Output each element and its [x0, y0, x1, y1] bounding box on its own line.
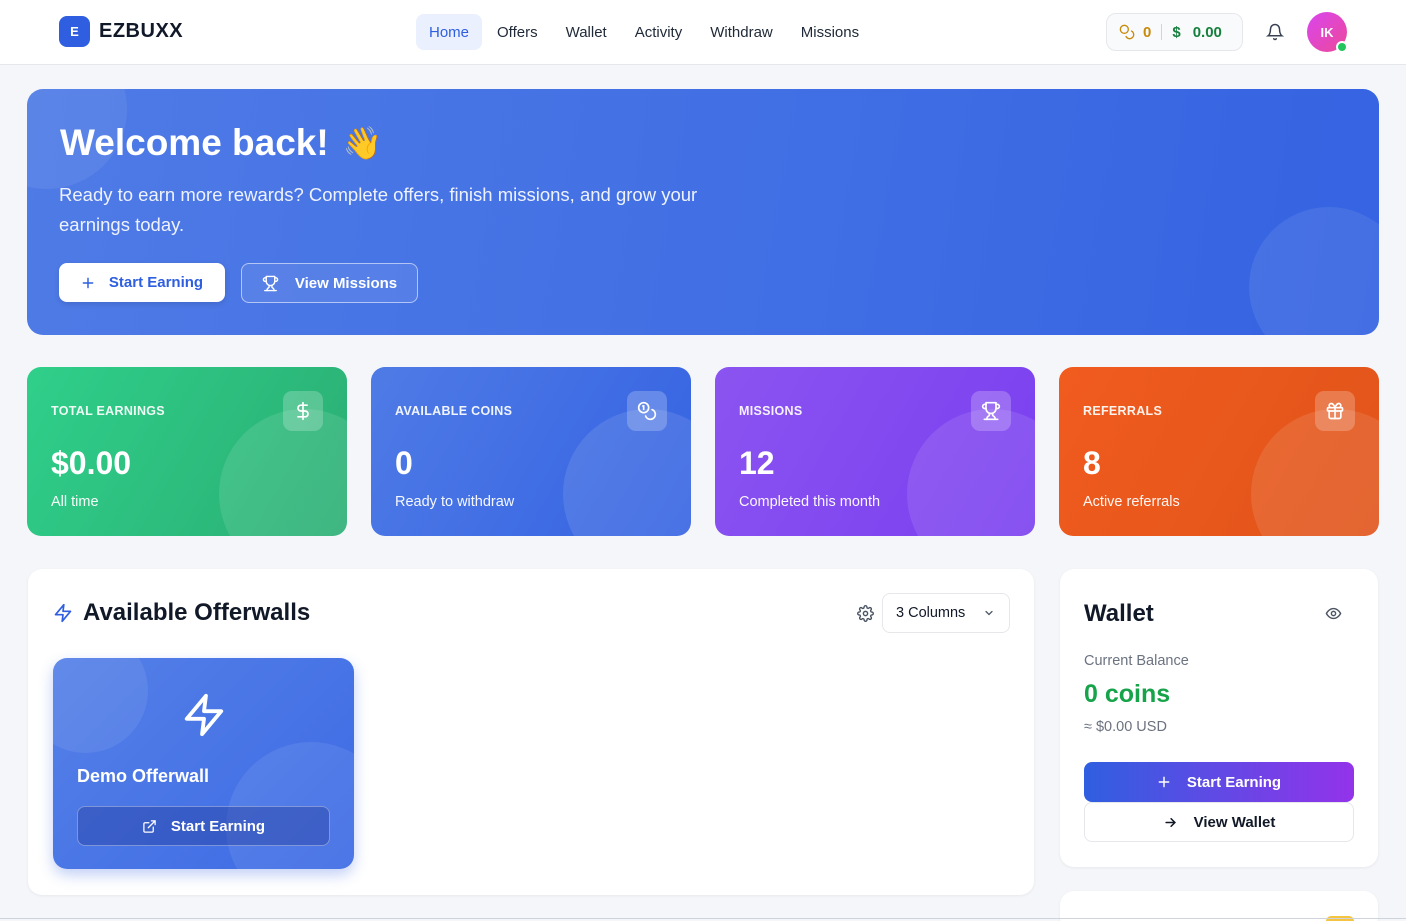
stat-card-available-coins: AVAILABLE COINS 0 Ready to withdraw	[371, 367, 691, 536]
hero-decoration	[1249, 207, 1379, 335]
offerwalls-panel: Available Offerwalls 3 Columns Demo Offe…	[28, 569, 1034, 895]
hero-title: Welcome back! 👋	[60, 122, 383, 164]
stat-label: MISSIONS	[739, 404, 803, 418]
page-bottom-edge	[0, 918, 1406, 919]
main-nav: Home Offers Wallet Activity Withdraw Mis…	[416, 14, 874, 50]
bell-icon[interactable]	[1266, 23, 1284, 41]
dollar-icon	[283, 391, 323, 431]
view-missions-label: View Missions	[294, 274, 398, 292]
gear-icon[interactable]	[857, 605, 874, 622]
wallet-usd: ≈ $0.00 USD	[1084, 719, 1167, 735]
arrow-right-icon	[1164, 817, 1176, 827]
stat-card-missions: MISSIONS 12 Completed this month	[715, 367, 1035, 536]
wallet-balance-label: Current Balance	[1084, 653, 1189, 669]
online-status-dot	[1336, 41, 1348, 53]
coin-balance-value: 0	[1143, 23, 1152, 41]
nav-offers[interactable]: Offers	[484, 14, 551, 50]
plus-icon	[82, 277, 94, 288]
card-decoration	[1251, 409, 1379, 536]
stat-value: 12	[739, 445, 775, 481]
columns-select-value: 3 Columns	[896, 605, 966, 621]
stat-card-total-earnings: TOTAL EARNINGS $0.00 All time	[27, 367, 347, 536]
start-earning-label: Start Earning	[108, 274, 204, 291]
lightning-icon	[184, 693, 224, 737]
welcome-hero: Welcome back! 👋 Ready to earn more rewar…	[27, 89, 1379, 335]
offerwall-start-button[interactable]: Start Earning	[77, 806, 330, 846]
offerwall-card[interactable]: Demo Offerwall Start Earning	[53, 658, 354, 869]
stat-label: REFERRALS	[1083, 404, 1163, 418]
start-earning-button[interactable]: Start Earning	[59, 263, 225, 302]
stat-card-referrals: REFERRALS 8 Active referrals	[1059, 367, 1379, 536]
hero-title-text: Welcome back!	[60, 122, 329, 163]
wave-icon: 👋	[342, 125, 383, 161]
stat-label: AVAILABLE COINS	[395, 404, 513, 418]
balance-divider	[1161, 24, 1163, 40]
balance-widget[interactable]: 0 $ 0.00	[1106, 13, 1243, 51]
offerwalls-title-text: Available Offerwalls	[83, 599, 311, 626]
card-decoration	[219, 409, 347, 536]
view-wallet-button[interactable]: View Wallet	[1084, 802, 1354, 842]
nav-home[interactable]: Home	[416, 14, 483, 50]
top-header: E EZBUXX Home Offers Wallet Activity Wit…	[0, 0, 1406, 65]
offerwall-start-label: Start Earning	[170, 817, 266, 835]
view-wallet-label: View Wallet	[1193, 813, 1276, 831]
nav-activity[interactable]: Activity	[622, 14, 696, 50]
trophy-icon	[262, 275, 279, 291]
stat-value: 0	[395, 445, 413, 481]
logo-mark: E	[59, 16, 90, 47]
coins-icon	[1119, 24, 1135, 40]
nav-wallet[interactable]: Wallet	[553, 14, 620, 50]
hero-subtitle: Ready to earn more rewards? Complete off…	[59, 184, 698, 235]
external-link-icon	[143, 819, 156, 833]
coins-icon	[627, 391, 667, 431]
card-decoration	[907, 409, 1035, 536]
stat-label: TOTAL EARNINGS	[51, 404, 165, 418]
gift-icon	[1315, 391, 1355, 431]
offerwall-name: Demo Offerwall	[77, 766, 210, 786]
stat-desc: Ready to withdraw	[395, 494, 515, 510]
nav-withdraw[interactable]: Withdraw	[697, 14, 786, 50]
usd-balance: $ 0.00	[1172, 24, 1222, 41]
offerwalls-title: Available Offerwalls	[53, 599, 310, 627]
view-missions-button[interactable]: View Missions	[241, 263, 418, 303]
stat-desc: All time	[51, 494, 99, 510]
wallet-start-earning-label: Start Earning	[1186, 773, 1282, 791]
columns-select[interactable]: 3 Columns	[882, 593, 1010, 633]
card-decoration	[563, 409, 691, 536]
coin-balance: 0	[1119, 24, 1151, 41]
stat-value: $0.00	[51, 445, 132, 481]
trophy-icon	[971, 391, 1011, 431]
plus-icon	[1158, 776, 1170, 788]
next-card	[1060, 891, 1378, 921]
stat-desc: Completed this month	[739, 494, 881, 510]
wallet-coins: 0 coins	[1084, 680, 1171, 708]
card-decoration	[53, 658, 148, 753]
nav-missions[interactable]: Missions	[788, 14, 872, 50]
wallet-title: Wallet	[1084, 600, 1154, 627]
stat-desc: Active referrals	[1083, 494, 1180, 510]
dollar-icon: $	[1172, 23, 1181, 41]
app-logo[interactable]: E EZBUXX	[59, 16, 183, 47]
wallet-start-earning-button[interactable]: Start Earning	[1084, 762, 1354, 802]
usd-balance-value: 0.00	[1192, 23, 1222, 41]
stat-value: 8	[1083, 445, 1101, 481]
lightning-icon	[54, 603, 72, 623]
wallet-panel: Wallet Current Balance 0 coins ≈ $0.00 U…	[1060, 569, 1378, 867]
eye-icon[interactable]	[1325, 605, 1342, 622]
chevron-down-icon	[985, 610, 993, 616]
app-name: EZBUXX	[99, 20, 184, 42]
